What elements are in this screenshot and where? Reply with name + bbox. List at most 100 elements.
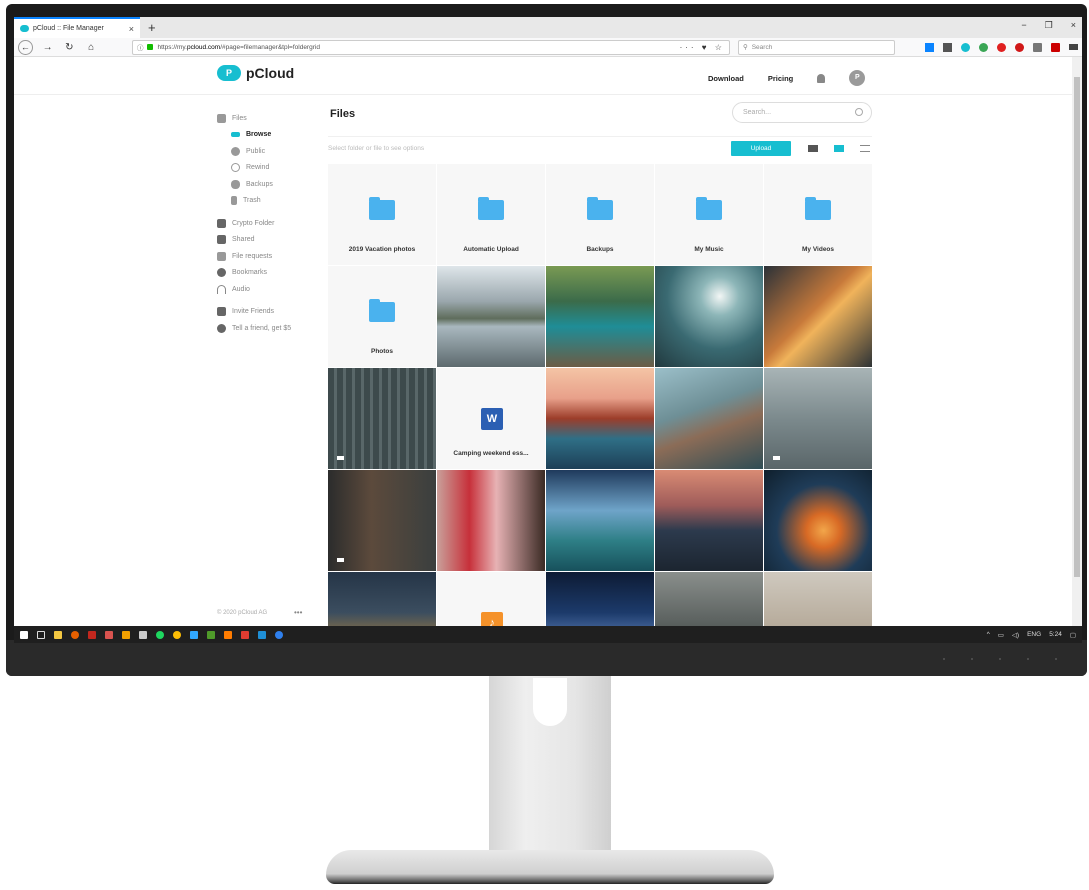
fireworks-icon[interactable] [122, 630, 130, 639]
photo-thumbnail[interactable] [655, 266, 763, 367]
clock[interactable]: 5:24 [1049, 631, 1062, 638]
sidebar-icon[interactable] [1033, 42, 1043, 52]
pricing-link[interactable]: Pricing [768, 74, 793, 83]
chrome-icon[interactable] [173, 630, 181, 639]
scrollbar-thumb[interactable] [1074, 77, 1080, 577]
network-icon[interactable]: ▭ [998, 631, 1004, 639]
bell-icon[interactable] [817, 73, 826, 83]
sidebar-item-label: Files [232, 114, 247, 122]
grid-item-folder[interactable]: Automatic Upload [437, 164, 545, 265]
photo-thumbnail[interactable] [437, 266, 545, 367]
download-icon[interactable] [925, 42, 935, 52]
url-domain: pcloud.com [186, 43, 221, 51]
grid-item-folder[interactable]: Backups [546, 164, 654, 265]
sidebar-item-rewind[interactable]: Rewind [217, 160, 317, 177]
avatar[interactable]: P [849, 70, 866, 86]
photo-thumbnail[interactable] [546, 470, 654, 571]
page-scrollbar[interactable] [1072, 57, 1082, 643]
sidebar-item-label: Rewind [246, 164, 270, 172]
minimize-button[interactable]: − [1021, 20, 1026, 31]
photoshop-icon[interactable] [190, 630, 198, 639]
app-icon[interactable] [105, 630, 113, 639]
sort-icon[interactable] [860, 145, 870, 152]
video-thumbnail[interactable] [328, 470, 436, 571]
dreamweaver-icon[interactable] [207, 630, 215, 639]
pcloud-logo[interactable]: P pCloud [217, 65, 294, 81]
upload-button[interactable]: Upload [731, 141, 791, 156]
sidebar-item-browse[interactable]: Browse [217, 127, 317, 144]
adblock-icon[interactable] [1015, 42, 1025, 52]
sidebar-item-bookmarks[interactable]: Bookmarks [217, 265, 317, 282]
pdf-icon[interactable] [1051, 42, 1061, 52]
download-link[interactable]: Download [708, 74, 744, 83]
photo-thumbnail[interactable] [764, 266, 872, 367]
task-view-icon[interactable] [37, 630, 45, 639]
browser-search-field[interactable]: ⚲ Search [737, 39, 896, 55]
sidebar-item-crypto[interactable]: Crypto Folder [217, 215, 317, 232]
illustrator-icon[interactable] [224, 630, 232, 639]
maximize-button[interactable]: ❐ [1045, 20, 1053, 31]
calculator-icon[interactable] [139, 630, 147, 639]
sidebar-item-trash[interactable]: Trash [217, 193, 317, 210]
info-app-icon[interactable] [275, 630, 283, 639]
video-thumbnail[interactable] [764, 368, 872, 469]
volume-icon[interactable]: ◁) [1012, 631, 1019, 639]
browser-tab[interactable]: pCloud :: File Manager × [14, 17, 140, 38]
sidebar-item-public[interactable]: Public [217, 143, 317, 160]
close-window-button[interactable]: × [1071, 20, 1076, 31]
files-search-input[interactable]: Search... [732, 102, 872, 123]
home-button[interactable]: ⌂ [84, 42, 98, 53]
photo-thumbnail[interactable] [655, 368, 763, 469]
sidebar-item-shared[interactable]: Shared [217, 232, 317, 249]
monitor-base [326, 850, 774, 884]
tray-chevron-icon[interactable]: ^ [987, 631, 990, 638]
sidebar-item-invite[interactable]: Invite Friends [217, 304, 317, 321]
language-indicator[interactable]: ENG [1027, 631, 1041, 638]
sidebar-item-audio[interactable]: Audio [217, 281, 317, 298]
extension-icon[interactable] [979, 42, 989, 52]
start-icon[interactable] [20, 630, 28, 639]
page-actions[interactable]: ··· ♥ ☆ [680, 43, 725, 52]
trophy-icon [217, 307, 226, 317]
sidebar-item-tell-friend[interactable]: Tell a friend, get $5 [217, 320, 317, 337]
grid-view-icon[interactable] [834, 145, 844, 152]
lightroom-icon[interactable] [258, 630, 266, 639]
acrobat-icon[interactable] [241, 630, 249, 639]
window-controls: − ❐ × [1021, 20, 1076, 31]
sidebar-item-files[interactable]: Files [217, 110, 317, 127]
sidebar-item-backups[interactable]: Backups [217, 176, 317, 193]
grid-item-document[interactable]: W Camping weekend ess... [437, 368, 545, 469]
photo-thumbnail[interactable] [437, 470, 545, 571]
pcloud-extension-icon[interactable] [961, 42, 971, 52]
notifications-icon[interactable]: ▢ [1070, 631, 1076, 639]
extension-icon[interactable] [997, 42, 1007, 52]
lock-icon [217, 218, 226, 228]
grid-item-folder[interactable]: My Videos [764, 164, 872, 265]
photo-thumbnail[interactable] [546, 368, 654, 469]
grid-item-folder[interactable]: Photos [328, 266, 436, 367]
url-bar[interactable]: ⓘ https://my.pcloud.com/#page=filemanage… [131, 39, 730, 55]
new-tab-button[interactable]: + [148, 20, 156, 35]
forward-button[interactable]: → [41, 42, 55, 53]
grid-item-folder[interactable]: 2019 Vacation photos [328, 164, 436, 265]
video-thumbnail[interactable] [328, 368, 436, 469]
filezilla-icon[interactable] [88, 630, 96, 639]
tab-close-icon[interactable]: × [129, 24, 134, 34]
file-grid: 2019 Vacation photos Automatic Upload Ba… [328, 164, 872, 643]
menu-icon[interactable] [1069, 44, 1079, 50]
grid-item-folder[interactable]: My Music [655, 164, 763, 265]
photo-thumbnail[interactable] [546, 266, 654, 367]
photo-thumbnail[interactable] [655, 470, 763, 571]
new-folder-icon[interactable] [808, 145, 818, 152]
toolbar-icons [925, 42, 1079, 52]
reload-button[interactable]: ↻ [62, 42, 76, 53]
spotify-icon[interactable] [156, 630, 164, 639]
firefox-icon[interactable] [71, 630, 79, 639]
sidebar-item-file-requests[interactable]: File requests [217, 248, 317, 265]
back-button[interactable]: ← [18, 39, 33, 55]
explorer-icon[interactable] [54, 630, 62, 639]
more-icon[interactable]: ••• [294, 608, 302, 617]
library-icon[interactable] [943, 42, 953, 52]
info-icon[interactable]: ⓘ [137, 42, 144, 52]
photo-thumbnail[interactable] [764, 470, 872, 571]
